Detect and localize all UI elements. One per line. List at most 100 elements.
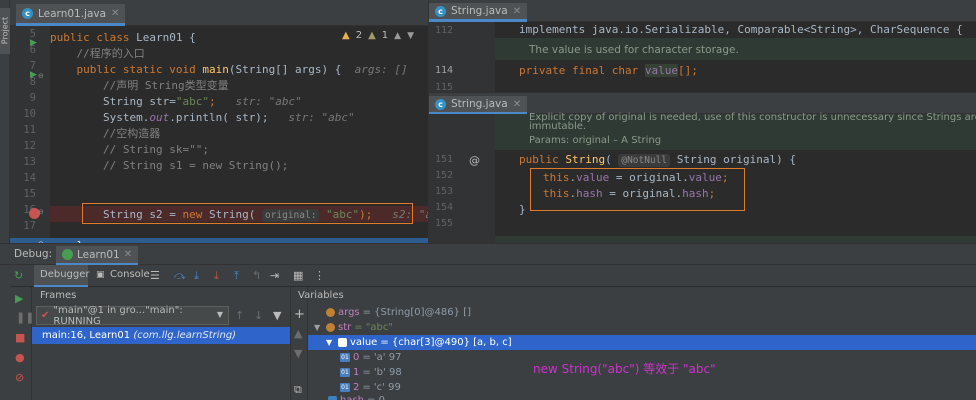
- line-number: 9: [29, 92, 36, 104]
- inspection-widget[interactable]: ▲ 2 ▲ 1 ▲ ▼: [342, 30, 414, 41]
- inline-value-hint: str: "abc": [215, 95, 302, 108]
- tab-debugger[interactable]: Debugger: [34, 265, 90, 287]
- run-to-cursor-icon[interactable]: ⇥: [270, 269, 279, 282]
- code-token: String str=: [50, 95, 176, 108]
- evaluate-icon[interactable]: ▦: [293, 269, 303, 282]
- variable-row[interactable]: 01 0 = 'a' 97: [340, 350, 401, 365]
- variable-row[interactable]: hash = 0: [328, 393, 385, 400]
- more-icon[interactable]: ⋮: [314, 269, 325, 282]
- code-line-152: this.value = original.value;: [543, 171, 728, 184]
- chevron-down-icon: ▼: [216, 310, 223, 319]
- run-icon[interactable]: ▶: [30, 38, 37, 48]
- variable-row[interactable]: ▼ str = "abc": [314, 320, 393, 335]
- code-token: );: [359, 208, 373, 221]
- frame-row[interactable]: main:16, Learn01 (com.llg.learnString): [32, 327, 290, 344]
- javadoc-text: The value is used for character storage.: [529, 44, 739, 56]
- code-token: System.: [50, 111, 150, 124]
- tab-string-java-2[interactable]: c String.java ✕: [429, 96, 528, 115]
- tab-string-java[interactable]: c String.java ✕: [429, 3, 528, 22]
- field-icon: [338, 338, 347, 347]
- debug-session-tab[interactable]: Learn01 ✕: [56, 246, 139, 265]
- override-icon[interactable]: @: [469, 154, 480, 167]
- code-token: String: [565, 153, 606, 166]
- code-token: = original.: [609, 171, 689, 184]
- code-token: public class: [50, 31, 137, 44]
- code-token: this: [543, 187, 570, 200]
- drop-frame-icon[interactable]: ↰: [252, 269, 261, 282]
- line-number: 11: [23, 124, 36, 136]
- code-token: ;: [708, 187, 716, 200]
- resume-icon[interactable]: ▶: [15, 292, 23, 305]
- step-out-icon[interactable]: ⤒: [234, 269, 239, 283]
- code-line-153: this.hash = original.hash;: [543, 187, 715, 200]
- code-token: Learn01 {: [136, 31, 196, 44]
- view-breakpoints-icon[interactable]: ●: [15, 351, 25, 364]
- parameter-hint: original:: [261, 209, 320, 222]
- move-up-icon[interactable]: ▲: [294, 327, 302, 340]
- tab-learn01[interactable]: c Learn01.java ✕: [16, 4, 126, 26]
- code-line-7: public static void main(String[] args) {…: [50, 62, 407, 78]
- chevron-up-icon[interactable]: ▲: [394, 31, 401, 41]
- close-icon[interactable]: ✕: [513, 6, 521, 17]
- close-icon[interactable]: ✕: [111, 8, 119, 19]
- copy-icon[interactable]: ⧉: [294, 383, 302, 397]
- left-tabbar: c Learn01.java ✕: [10, 0, 428, 26]
- step-over-icon[interactable]: ⤼: [174, 269, 186, 283]
- right-top-tabbar: c String.java ✕: [429, 0, 976, 22]
- tab-console[interactable]: Console: [110, 269, 150, 280]
- expand-down-icon[interactable]: ▼: [326, 335, 335, 350]
- code-token: ;: [721, 171, 729, 184]
- field-icon: [328, 396, 337, 400]
- run-icon[interactable]: ▶: [30, 70, 37, 80]
- menu-icon[interactable]: ☰: [150, 269, 160, 282]
- arrow-up-icon[interactable]: ↑: [235, 309, 244, 322]
- force-step-into-icon[interactable]: ⤓: [214, 269, 219, 283]
- mute-breakpoints-icon[interactable]: ⊘: [15, 371, 24, 384]
- fold-icon[interactable]: ⊖: [38, 208, 44, 216]
- right-bottom-gutter: 151 152 153 154 155 @: [429, 114, 495, 243]
- expand-down-icon[interactable]: ▼: [314, 320, 323, 335]
- code-token: ;: [208, 95, 216, 108]
- code-token: public static void: [50, 63, 203, 76]
- variable-row-selected[interactable]: ▼ value = {char[3]@490} [a, b, c]: [308, 335, 976, 350]
- fold-icon[interactable]: ⊖: [38, 72, 44, 80]
- code-line-6: //程序的入口: [50, 47, 145, 60]
- code-line-5: public class Learn01 {: [50, 30, 196, 46]
- line-number: 151: [434, 154, 453, 165]
- line-number: 13: [23, 156, 36, 168]
- console-icon: ▣: [96, 270, 105, 280]
- variables-panel: Variables args = {String[0]@486} [] ▼ st…: [298, 287, 976, 400]
- code-token: String s2 =: [50, 208, 183, 221]
- chevron-down-icon[interactable]: ▼: [407, 31, 414, 41]
- left-code-area[interactable]: public class Learn01 { //程序的入口 public st…: [50, 26, 452, 254]
- filter-icon[interactable]: ▼: [273, 309, 281, 322]
- add-watch-icon[interactable]: +: [294, 307, 305, 322]
- weak-warning-icon: ▲: [368, 30, 376, 41]
- variable-name: args: [338, 307, 360, 318]
- thread-selector[interactable]: ✔ "main"@1 in gro..."main": RUNNING ▼: [36, 305, 229, 327]
- line-number: 15: [23, 188, 36, 200]
- variable-row[interactable]: 01 1 = 'b' 98: [340, 365, 402, 380]
- rerun-icon[interactable]: ↻: [14, 269, 23, 282]
- code-line-114: private final char value[];: [519, 64, 698, 77]
- line-number: 153: [434, 186, 453, 197]
- close-icon[interactable]: ✕: [513, 99, 521, 110]
- move-down-icon[interactable]: ▼: [294, 347, 302, 360]
- tab-debugger-label: Debugger: [40, 269, 90, 280]
- javadoc-text: Params: original – A String: [529, 135, 662, 146]
- inline-value-hint: str: "abc": [268, 111, 355, 124]
- step-into-icon[interactable]: ⤓: [194, 269, 199, 283]
- project-tool-tab[interactable]: Project: [0, 8, 10, 54]
- code-line-151: public String( @NotNull String original)…: [519, 153, 796, 167]
- close-icon[interactable]: ✕: [124, 249, 132, 260]
- debug-toolbar: ↻ Debugger ▣ Console ☰ ⤼ ⤓ ⤓ ⤒ ↰ ⇥ ▦ ⋮: [0, 265, 976, 287]
- code-token: "abc": [175, 95, 209, 108]
- code-line-8: //声明 String类型变量: [50, 79, 229, 92]
- variable-row[interactable]: args = {String[0]@486} []: [314, 305, 471, 320]
- arrow-down-icon[interactable]: ↓: [254, 309, 263, 322]
- code-line-10: System.out.println( str); str: "abc": [50, 110, 355, 126]
- stop-icon[interactable]: ■: [15, 331, 25, 344]
- code-token: String original) {: [670, 153, 796, 166]
- code-token: new: [182, 208, 209, 221]
- line-numbers: 5 6 7 8 9 10 11 12 13 14 15 16 17: [10, 26, 36, 234]
